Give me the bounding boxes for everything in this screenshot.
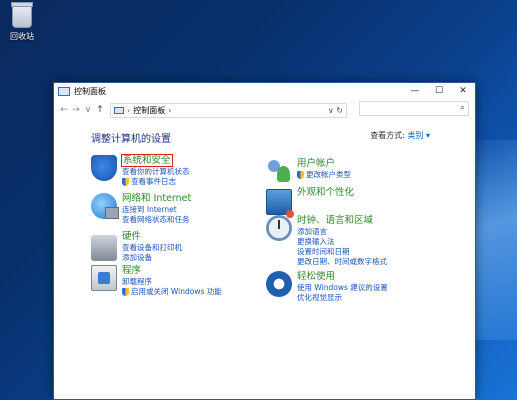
title-bar[interactable]: 控制面板 — ☐ ✕	[54, 83, 475, 100]
network-icon[interactable]	[91, 193, 119, 219]
address-bar[interactable]: › 控制面板 › ∨ ↻	[110, 102, 347, 118]
window-title: 控制面板	[74, 87, 106, 96]
programs-icon[interactable]	[91, 265, 117, 291]
link-change-account-type-label: 更改帐户类型	[306, 170, 351, 179]
category-appearance: 外观和个性化	[266, 187, 354, 218]
clock-icon[interactable]	[266, 215, 292, 241]
link-change-input-method[interactable]: 更换输入法	[297, 237, 387, 247]
uac-shield-icon	[297, 171, 304, 179]
recycle-bin-icon	[11, 2, 33, 28]
maximize-button[interactable]: ☐	[427, 83, 451, 100]
link-add-device[interactable]: 添加设备	[122, 253, 182, 263]
category-clock-language-region: 时钟、语言和区域 添加语言 更换输入法 设置时间和日期 更改日期、时间或数字格式	[266, 215, 387, 267]
breadcrumb-control-panel[interactable]: 控制面板	[133, 105, 165, 116]
link-windows-features-label: 启用或关闭 Windows 功能	[131, 287, 222, 296]
category-hardware: 硬件 查看设备和打印机 添加设备	[91, 231, 182, 263]
category-title-clock-language-region[interactable]: 时钟、语言和区域	[297, 215, 387, 227]
link-set-time-date[interactable]: 设置时间和日期	[297, 247, 387, 257]
breadcrumb-separator-icon[interactable]: ›	[127, 106, 130, 115]
category-title-system-security[interactable]: 系统和安全	[121, 154, 173, 167]
link-view-event-logs[interactable]: 查看事件日志	[122, 177, 190, 187]
uac-shield-icon	[122, 288, 129, 296]
control-panel-icon	[58, 87, 70, 96]
category-title-ease-of-access[interactable]: 轻松使用	[297, 271, 388, 283]
address-dropdown-icon[interactable]: ∨	[328, 106, 334, 115]
forward-arrow-icon[interactable]: →	[70, 105, 82, 115]
link-connect-internet[interactable]: 连接到 Internet	[122, 205, 191, 215]
link-change-date-format[interactable]: 更改日期、时间或数字格式	[297, 257, 387, 267]
uac-shield-icon	[122, 178, 129, 186]
category-network-internet: 网络和 Internet 连接到 Internet 查看网络状态和任务	[91, 193, 191, 225]
category-ease-of-access: 轻松使用 使用 Windows 建议的设置 优化视觉显示	[266, 271, 388, 303]
view-by-label: 查看方式:	[370, 131, 405, 140]
link-view-computer-status[interactable]: 查看你的计算机状态	[122, 167, 190, 177]
users-icon[interactable]	[266, 158, 292, 184]
printer-icon[interactable]	[91, 235, 117, 261]
close-button[interactable]: ✕	[451, 83, 475, 100]
ease-of-access-icon[interactable]	[266, 271, 292, 297]
link-view-event-logs-label: 查看事件日志	[131, 177, 176, 186]
refresh-icon[interactable]: ↻	[336, 106, 343, 115]
link-devices-printers[interactable]: 查看设备和打印机	[122, 243, 182, 253]
category-title-network-internet[interactable]: 网络和 Internet	[122, 193, 191, 205]
link-uninstall-program[interactable]: 卸载程序	[122, 277, 222, 287]
link-change-account-type[interactable]: 更改帐户类型	[297, 170, 351, 180]
category-system-security: 系统和安全 查看你的计算机状态 查看事件日志	[91, 154, 190, 187]
address-tail: ∨ ↻	[328, 104, 343, 117]
recycle-bin-label: 回收站	[10, 32, 34, 41]
shield-icon[interactable]	[91, 155, 117, 181]
breadcrumb-tail-chevron-icon[interactable]: ›	[168, 106, 171, 115]
view-by-dropdown[interactable]: 类别 ▾	[407, 131, 430, 140]
category-programs: 程序 卸载程序 启用或关闭 Windows 功能	[91, 265, 222, 297]
category-title-appearance[interactable]: 外观和个性化	[297, 187, 354, 199]
category-title-hardware[interactable]: 硬件	[122, 231, 182, 243]
view-by: 查看方式: 类别 ▾	[370, 130, 430, 141]
up-arrow-icon[interactable]: ↑	[94, 105, 106, 115]
address-control-panel-icon	[114, 106, 124, 114]
category-title-user-accounts[interactable]: 用户帐户	[297, 158, 351, 170]
recycle-bin-shortcut[interactable]: 回收站	[4, 2, 40, 42]
link-network-status-tasks[interactable]: 查看网络状态和任务	[122, 215, 191, 225]
category-user-accounts: 用户帐户 更改帐户类型	[266, 158, 351, 184]
link-recommended-settings[interactable]: 使用 Windows 建议的设置	[297, 283, 388, 293]
appearance-icon[interactable]	[266, 189, 294, 218]
control-panel-window: 控制面板 — ☐ ✕ ← → ∨ ↑ › 控制面板 › ∨ ↻ ⌕ 调整计算机的…	[53, 82, 476, 400]
control-panel-content: 调整计算机的设置 查看方式: 类别 ▾ 系统和安全 查看你的计算机状态 查看事件…	[54, 121, 475, 399]
category-title-programs[interactable]: 程序	[122, 265, 222, 277]
page-title: 调整计算机的设置	[91, 134, 171, 145]
link-add-language[interactable]: 添加语言	[297, 227, 387, 237]
link-optimize-visual-display[interactable]: 优化视觉显示	[297, 293, 388, 303]
search-icon[interactable]: ⌕	[460, 102, 465, 115]
search-input[interactable]	[360, 102, 450, 115]
link-windows-features[interactable]: 启用或关闭 Windows 功能	[122, 287, 222, 297]
search-box[interactable]: ⌕	[359, 101, 469, 116]
window-controls: — ☐ ✕	[403, 83, 475, 100]
minimize-button[interactable]: —	[403, 83, 427, 100]
back-arrow-icon[interactable]: ←	[58, 105, 70, 115]
recent-locations-chevron-icon[interactable]: ∨	[82, 105, 94, 115]
